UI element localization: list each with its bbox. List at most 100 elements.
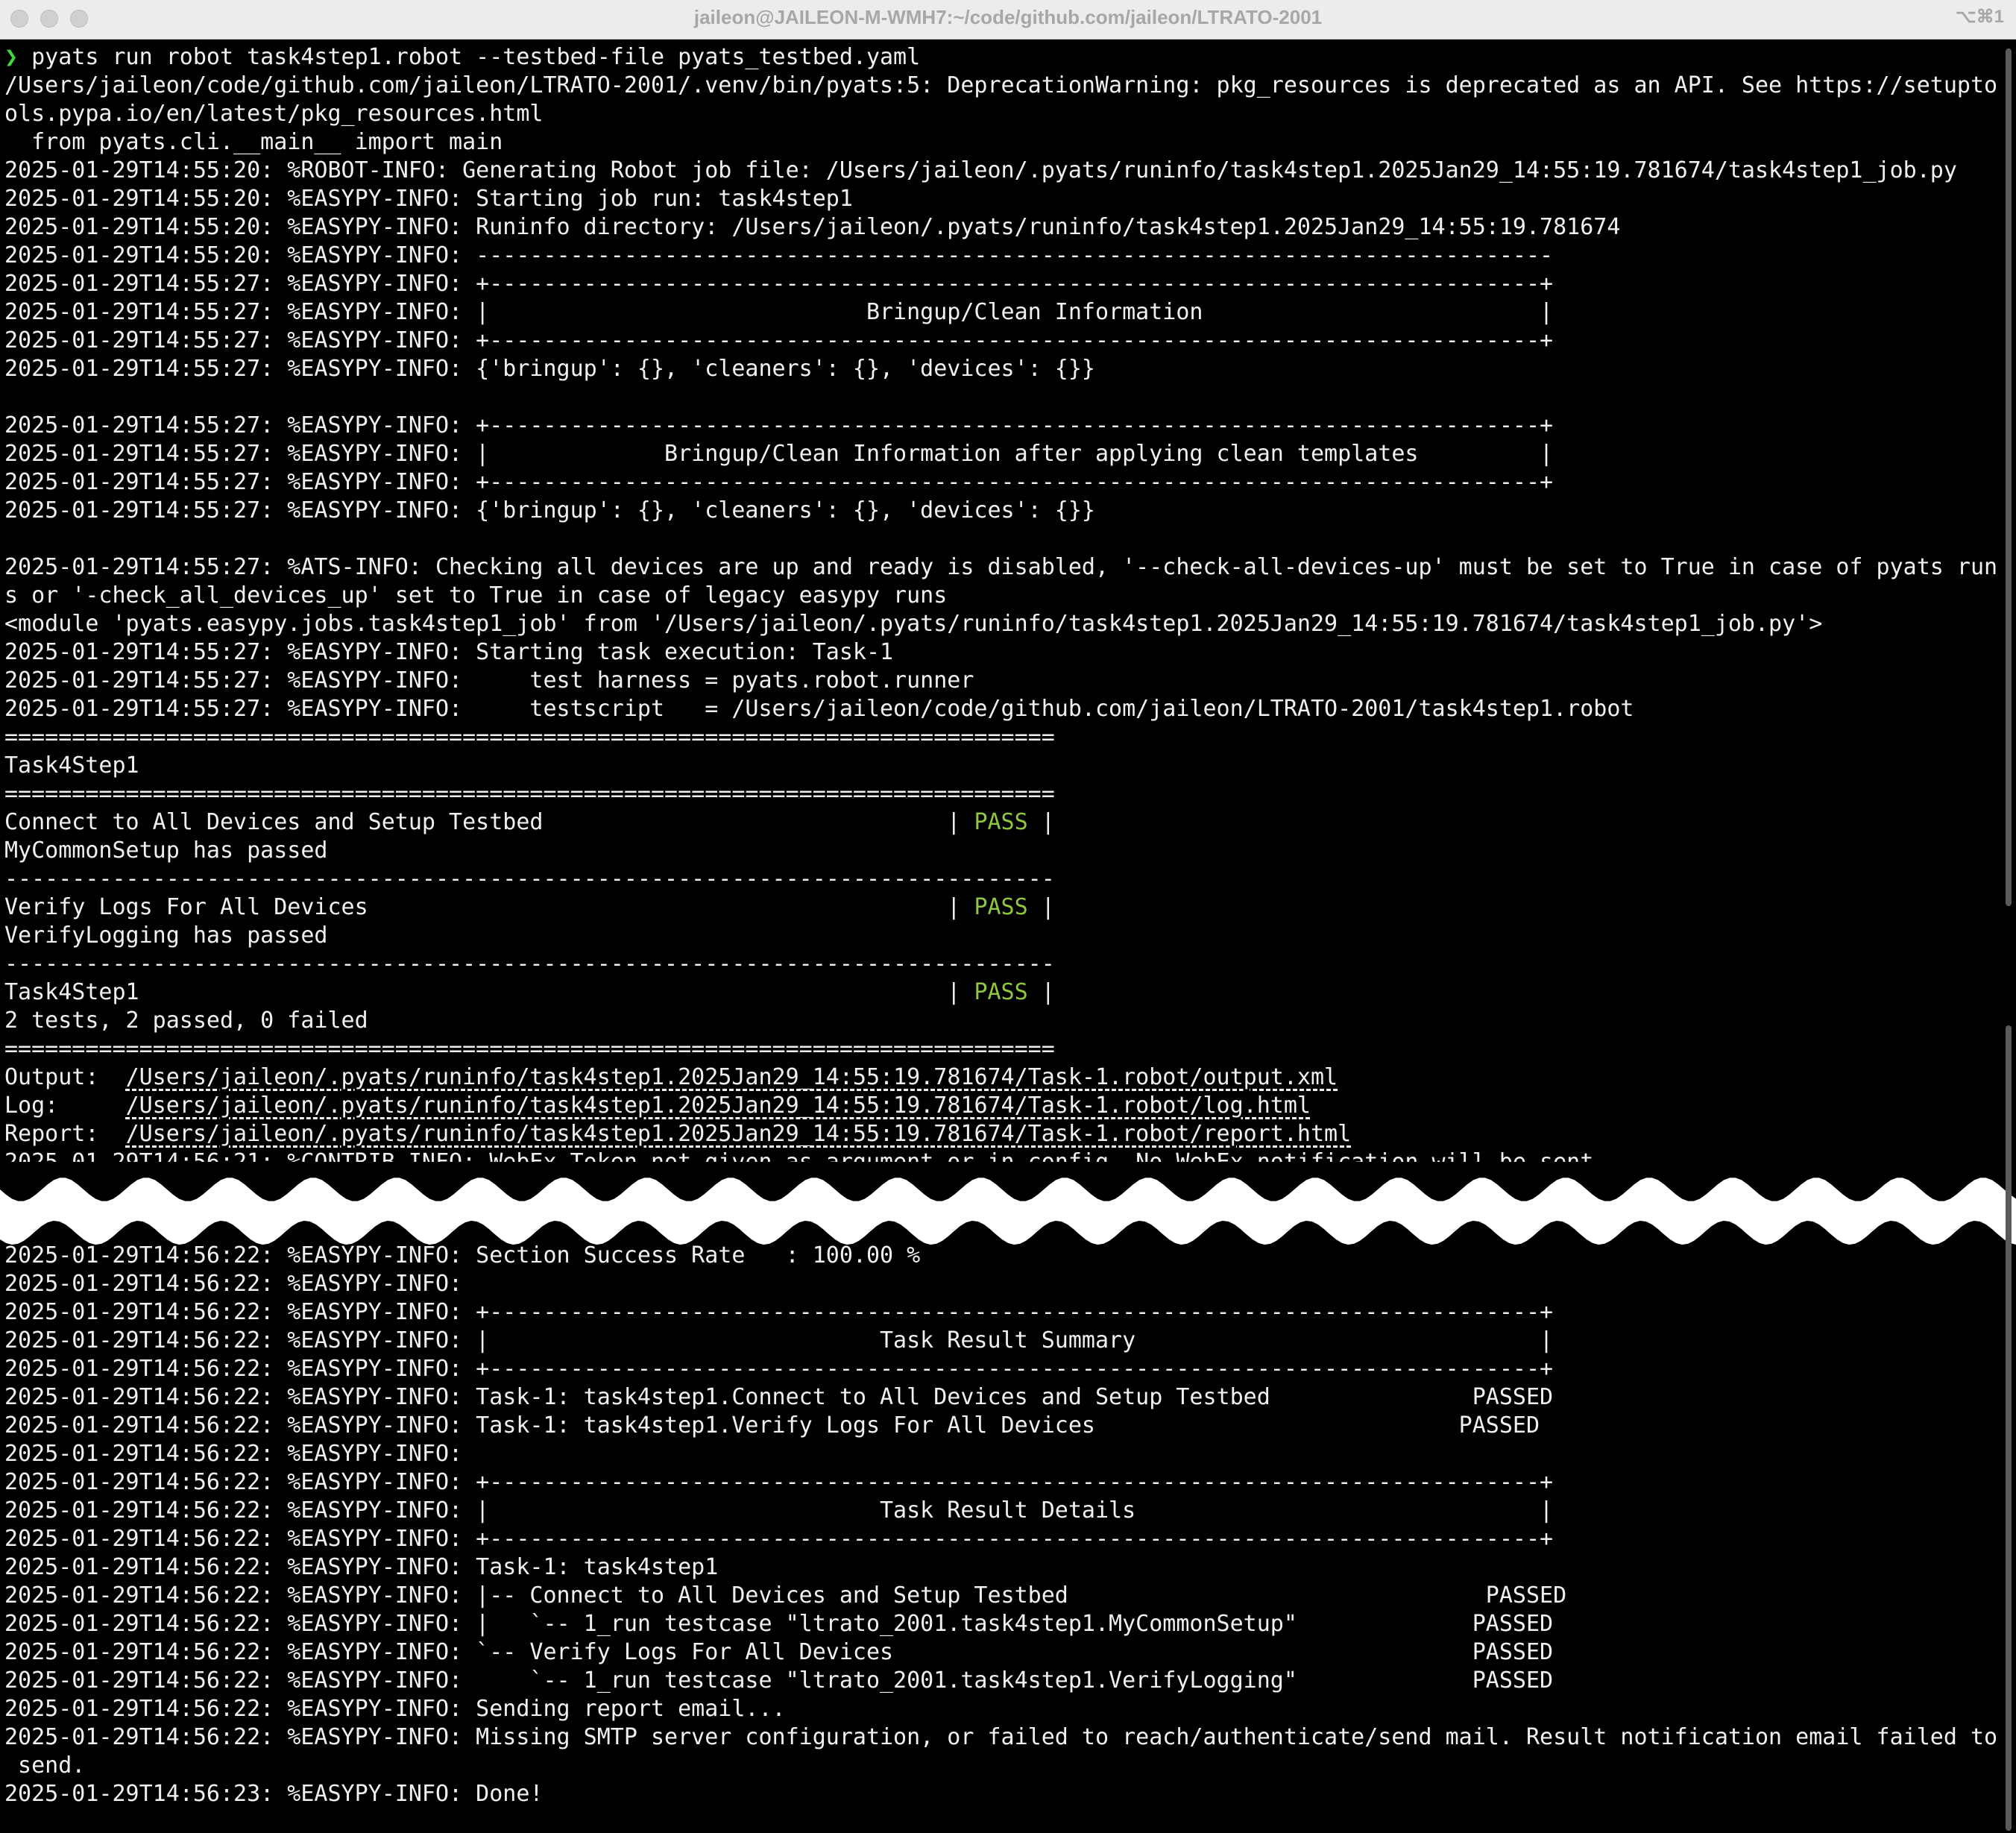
terminal-line: 2025-01-29T14:56:22: %EASYPY-INFO: | Tas… bbox=[4, 1497, 2000, 1525]
terminal-line: 2025-01-29T14:55:27: %EASYPY-INFO: tests… bbox=[4, 695, 2000, 723]
line-text: /Users/jaileon/code/github.com/jaileon/L… bbox=[4, 72, 1998, 98]
line-text: 2025-01-29T14:56:22: %EASYPY-INFO: `-- 1… bbox=[4, 1667, 1554, 1694]
terminal-line: Output: /Users/jaileon/.pyats/runinfo/ta… bbox=[4, 1063, 2000, 1092]
line-text: 2025-01-29T14:55:27: %EASYPY-INFO: Start… bbox=[4, 639, 894, 665]
line-text: ----------------------------------------… bbox=[4, 951, 1055, 977]
line-text: Log: bbox=[4, 1092, 126, 1119]
line-text: 2025-01-29T14:56:22: %EASYPY-INFO: Task-… bbox=[4, 1384, 1554, 1410]
file-path-link[interactable]: /Users/jaileon/.pyats/runinfo/task4step1… bbox=[126, 1121, 1352, 1147]
line-text: <module 'pyats.easypy.jobs.task4step1_jo… bbox=[4, 611, 1823, 637]
terminal-line: Verify Logs For All Devices | PASS | bbox=[4, 893, 2000, 922]
line-text: VerifyLogging has passed bbox=[4, 922, 328, 949]
line-text: 2025-01-29T14:56:22: %EASYPY-INFO: Task-… bbox=[4, 1412, 1540, 1439]
line-text: ols.pypa.io/en/latest/pkg_resources.html bbox=[4, 101, 544, 127]
line-text: 2025-01-29T14:56:22: %EASYPY-INFO: Missi… bbox=[4, 1724, 1998, 1750]
line-text: 2025-01-29T14:55:27: %EASYPY-INFO: | Bri… bbox=[4, 299, 1554, 325]
pass-status: PASS bbox=[974, 809, 1028, 835]
terminal-line: 2025-01-29T14:56:22: %EASYPY-INFO: bbox=[4, 1270, 2000, 1298]
line-text: ========================================… bbox=[4, 1036, 1055, 1062]
line-text: 2025-01-29T14:55:20: %EASYPY-INFO: Start… bbox=[4, 186, 853, 212]
line-text: 2025-01-29T14:55:20: %EASYPY-INFO: -----… bbox=[4, 242, 1554, 268]
terminal-line: 2025-01-29T14:56:22: %EASYPY-INFO: +----… bbox=[4, 1525, 2000, 1553]
terminal-line: 2025-01-29T14:56:22: %EASYPY-INFO: | `--… bbox=[4, 1610, 2000, 1638]
terminal-line: Report: /Users/jaileon/.pyats/runinfo/ta… bbox=[4, 1120, 2000, 1148]
pass-status: PASS bbox=[974, 894, 1028, 920]
terminal-line: 2025-01-29T14:55:27: %EASYPY-INFO: test … bbox=[4, 667, 2000, 695]
line-text: 2025-01-29T14:56:22: %EASYPY-INFO: bbox=[4, 1441, 463, 1467]
terminal-line: Task4Step1 | PASS | bbox=[4, 978, 2000, 1007]
line-text: ========================================… bbox=[4, 724, 1055, 750]
line-text: ----------------------------------------… bbox=[4, 866, 1055, 892]
line-text: Task4Step1 bbox=[4, 752, 139, 779]
terminal-line: 2025-01-29T14:55:27: %EASYPY-INFO: Start… bbox=[4, 638, 2000, 667]
window-title: jaileon@JAILEON-M-WMH7:~/code/github.com… bbox=[693, 6, 1323, 28]
terminal-line: 2025-01-29T14:55:27: %EASYPY-INFO: | Bri… bbox=[4, 298, 2000, 327]
terminal-line: ----------------------------------------… bbox=[4, 865, 2000, 893]
tab-shortcut-indicator: ⌥⌘1 bbox=[1955, 7, 2004, 27]
terminal-output-upper[interactable]: ❯ pyats run robot task4step1.robot --tes… bbox=[4, 43, 2000, 1162]
line-text: send. bbox=[4, 1752, 86, 1779]
terminal-line: ❯ pyats run robot task4step1.robot --tes… bbox=[4, 43, 2000, 72]
line-text: 2025-01-29T14:55:27: %EASYPY-INFO: test … bbox=[4, 667, 974, 694]
terminal-line: Log: /Users/jaileon/.pyats/runinfo/task4… bbox=[4, 1092, 2000, 1120]
terminal-line: 2025-01-29T14:56:22: %EASYPY-INFO: +----… bbox=[4, 1355, 2000, 1383]
scrollbar-thumb-upper[interactable] bbox=[2006, 48, 2012, 906]
terminal-line: 2025-01-29T14:55:20: %EASYPY-INFO: -----… bbox=[4, 242, 2000, 270]
terminal-line: 2025-01-29T14:56:22: %EASYPY-INFO: |-- C… bbox=[4, 1582, 2000, 1610]
terminal-line: Connect to All Devices and Setup Testbed… bbox=[4, 808, 2000, 837]
line-text: 2025-01-29T14:55:27: %EASYPY-INFO: +----… bbox=[4, 271, 1554, 297]
file-path-link[interactable]: /Users/jaileon/.pyats/runinfo/task4step1… bbox=[126, 1064, 1338, 1090]
terminal-output-lower[interactable]: 2025-01-29T14:56:22: %EASYPY-INFO: Secti… bbox=[4, 1242, 2000, 1823]
line-text: 2025-01-29T14:56:22: %EASYPY-INFO: |-- C… bbox=[4, 1582, 1567, 1609]
terminal-line: <module 'pyats.easypy.jobs.task4step1_jo… bbox=[4, 610, 2000, 638]
terminal-line: 2025-01-29T14:56:23: %EASYPY-INFO: Done! bbox=[4, 1780, 2000, 1808]
line-text: 2025-01-29T14:56:21: %CONTRIB-INFO: WebE… bbox=[4, 1149, 1593, 1162]
terminal-line: ========================================… bbox=[4, 1035, 2000, 1063]
terminal-line: 2025-01-29T14:56:22: %EASYPY-INFO: Secti… bbox=[4, 1242, 2000, 1270]
line-text: MyCommonSetup has passed bbox=[4, 837, 328, 864]
terminal-line: 2025-01-29T14:56:22: %EASYPY-INFO: bbox=[4, 1440, 2000, 1468]
line-text: Connect to All Devices and Setup Testbed… bbox=[4, 809, 974, 835]
line-text: 2025-01-29T14:56:23: %EASYPY-INFO: Done! bbox=[4, 1781, 544, 1807]
terminal-line: 2025-01-29T14:56:22: %EASYPY-INFO: Task-… bbox=[4, 1383, 2000, 1412]
line-text: 2025-01-29T14:56:22: %EASYPY-INFO: +----… bbox=[4, 1526, 1554, 1552]
file-path-link[interactable]: /Users/jaileon/.pyats/runinfo/task4step1… bbox=[126, 1092, 1311, 1119]
line-tail: | bbox=[1027, 894, 1055, 920]
terminal-line: 2 tests, 2 passed, 0 failed bbox=[4, 1007, 2000, 1035]
prompt-icon: ❯ bbox=[4, 44, 19, 70]
terminal-line: 2025-01-29T14:56:22: %EASYPY-INFO: Sendi… bbox=[4, 1695, 2000, 1723]
line-text: Output: bbox=[4, 1064, 126, 1090]
command-text: pyats run robot task4step1.robot --testb… bbox=[18, 44, 921, 70]
terminal-line: 2025-01-29T14:56:22: %EASYPY-INFO: `-- 1… bbox=[4, 1667, 2000, 1695]
terminal-line: ========================================… bbox=[4, 723, 2000, 752]
line-text: 2025-01-29T14:56:22: %EASYPY-INFO: `-- V… bbox=[4, 1639, 1554, 1665]
terminal-scrollbar[interactable] bbox=[2000, 41, 2016, 1831]
line-text: 2025-01-29T14:56:22: %EASYPY-INFO: | Tas… bbox=[4, 1497, 1554, 1524]
terminal-line: 2025-01-29T14:56:22: %EASYPY-INFO: Task-… bbox=[4, 1553, 2000, 1582]
line-text: 2025-01-29T14:56:22: %EASYPY-INFO: | `--… bbox=[4, 1611, 1554, 1637]
terminal-line: 2025-01-29T14:55:27: %ATS-INFO: Checking… bbox=[4, 553, 2000, 582]
line-text: Task4Step1 | bbox=[4, 979, 974, 1005]
line-tail: | bbox=[1027, 809, 1055, 835]
line-tail: | bbox=[1027, 979, 1055, 1005]
line-text: 2025-01-29T14:55:20: %EASYPY-INFO: Runin… bbox=[4, 214, 1621, 240]
line-text: 2 tests, 2 passed, 0 failed bbox=[4, 1007, 368, 1034]
line-text: 2025-01-29T14:55:27: %ATS-INFO: Checking… bbox=[4, 554, 1998, 580]
line-text: 2025-01-29T14:55:20: %ROBOT-INFO: Genera… bbox=[4, 157, 1957, 183]
line-text: 2025-01-29T14:55:27: %EASYPY-INFO: +----… bbox=[4, 327, 1554, 353]
terminal-line: from pyats.cli.__main__ import main bbox=[4, 128, 2000, 157]
line-text: 2025-01-29T14:56:22: %EASYPY-INFO: | Tas… bbox=[4, 1327, 1554, 1353]
line-text: 2025-01-29T14:56:22: %EASYPY-INFO: Secti… bbox=[4, 1242, 921, 1268]
terminal-line: 2025-01-29T14:56:22: %EASYPY-INFO: Missi… bbox=[4, 1723, 2000, 1752]
line-text: 2025-01-29T14:55:27: %EASYPY-INFO: +----… bbox=[4, 469, 1554, 495]
terminal-line: 2025-01-29T14:55:20: %ROBOT-INFO: Genera… bbox=[4, 157, 2000, 185]
terminal-line: 2025-01-29T14:55:20: %EASYPY-INFO: Runin… bbox=[4, 213, 2000, 242]
terminal-line: /Users/jaileon/code/github.com/jaileon/L… bbox=[4, 72, 2000, 100]
line-text: 2025-01-29T14:55:27: %EASYPY-INFO: {'bri… bbox=[4, 356, 1095, 382]
line-text: ========================================… bbox=[4, 781, 1055, 807]
line-text: Report: bbox=[4, 1121, 126, 1147]
scrollbar-thumb-lower[interactable] bbox=[2006, 1025, 2012, 1831]
line-text: 2025-01-29T14:55:27: %EASYPY-INFO: +----… bbox=[4, 412, 1554, 438]
